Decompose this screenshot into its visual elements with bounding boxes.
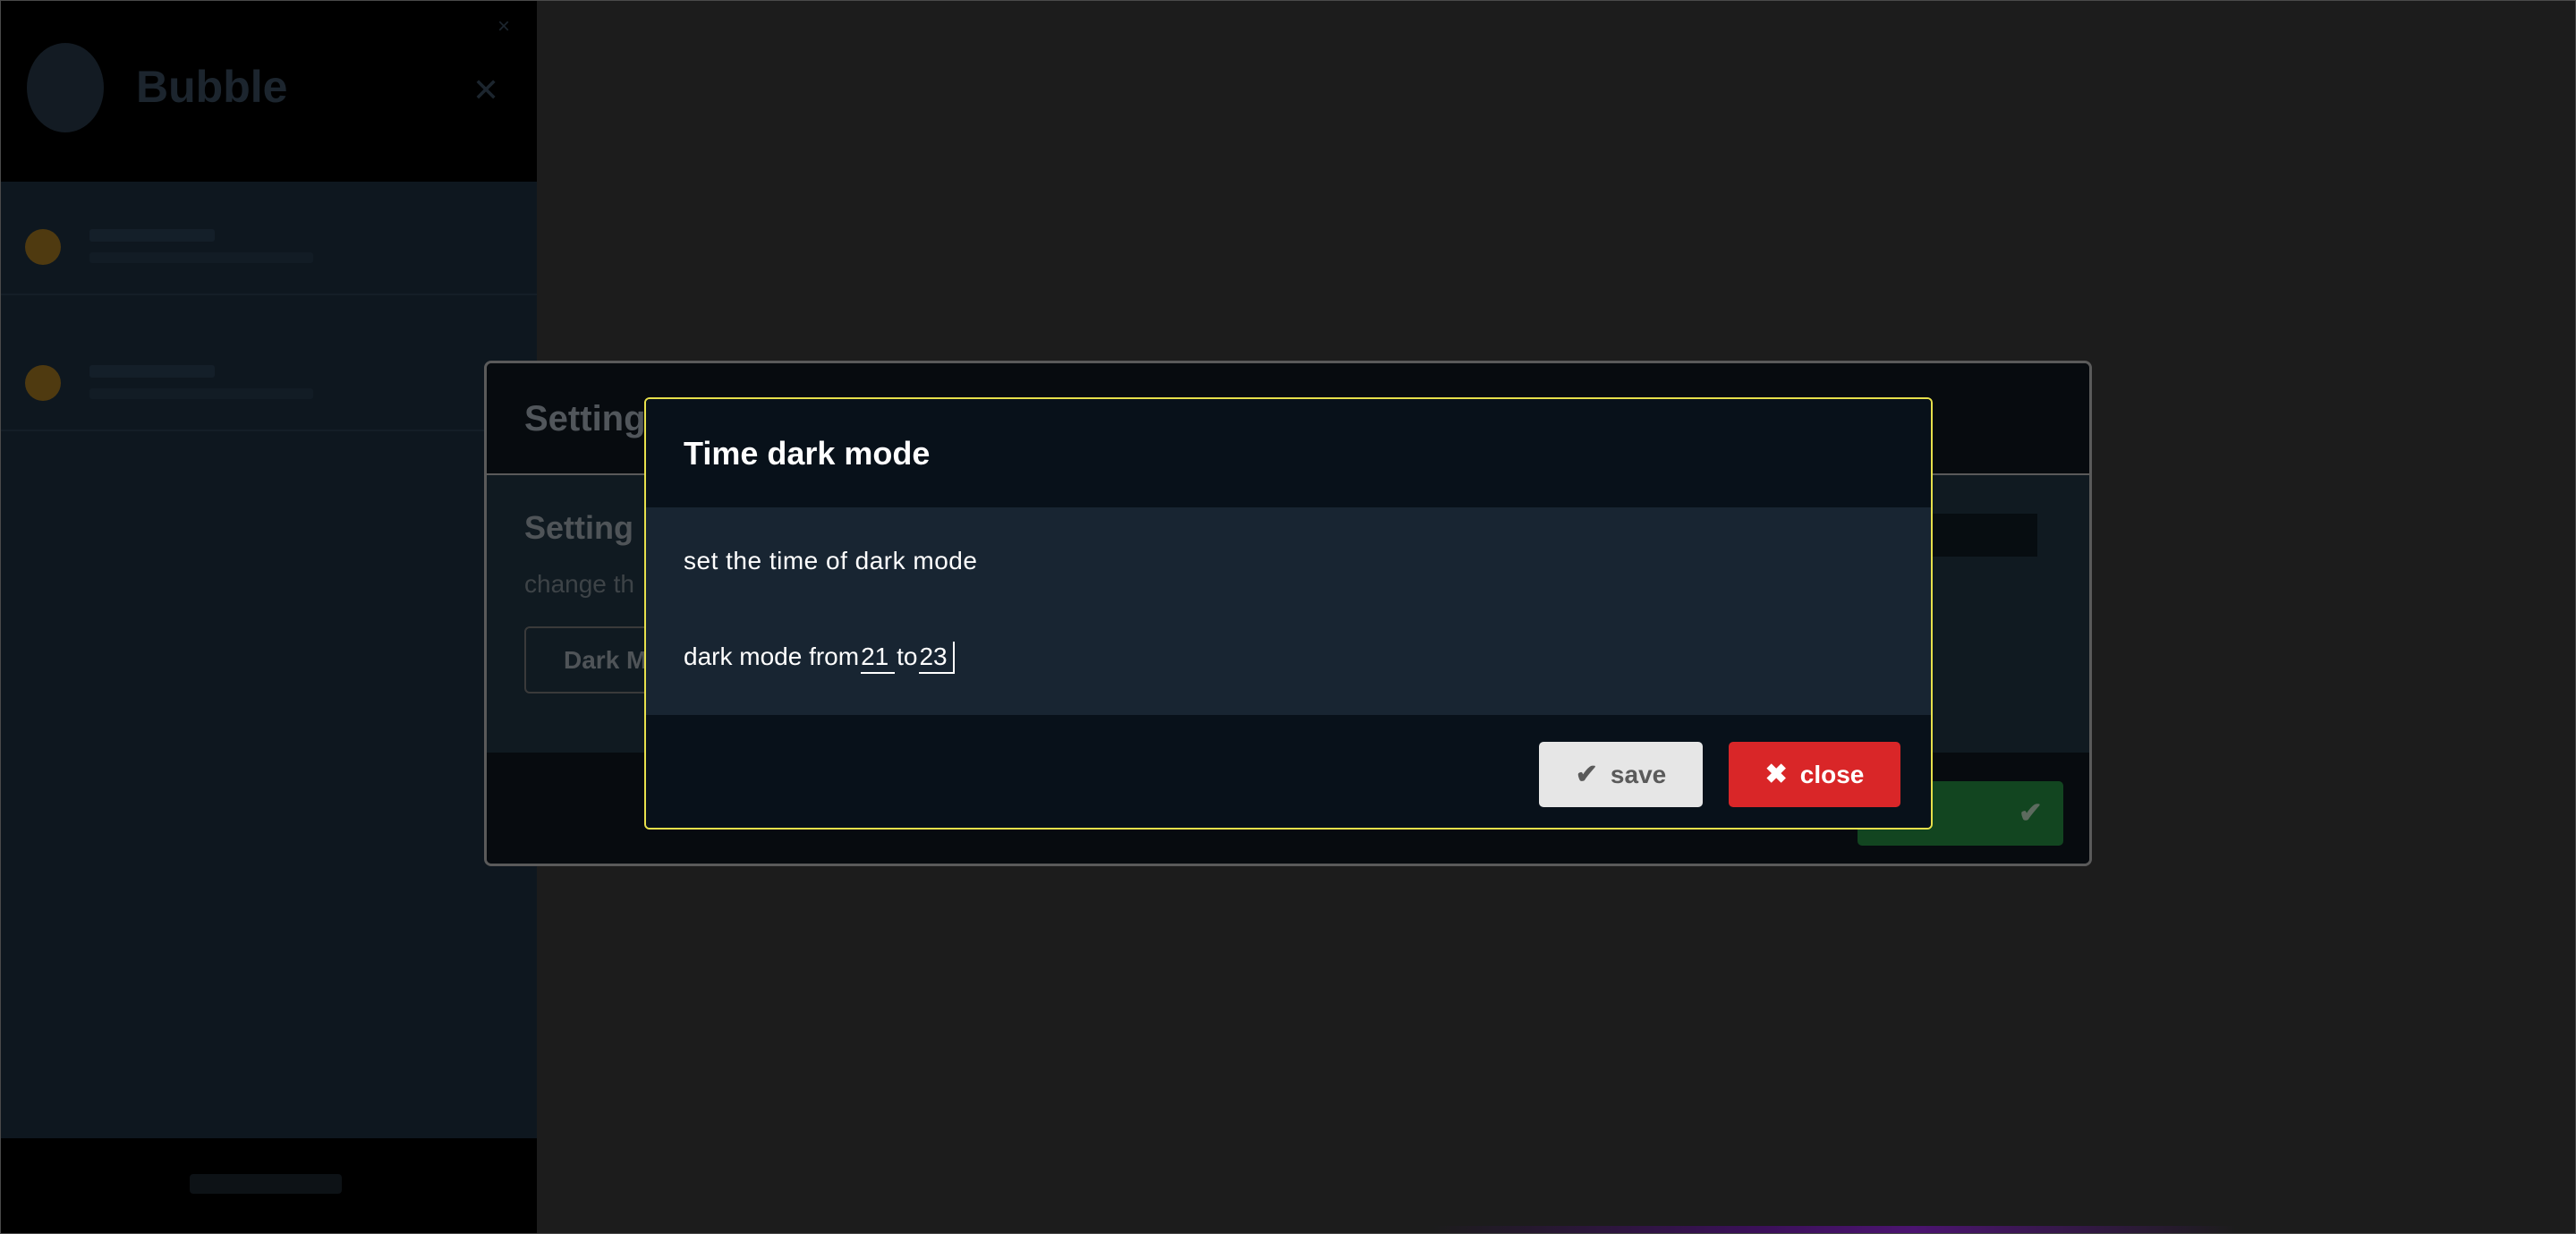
save-button-label: save	[1610, 760, 1667, 788]
time-range-prefix: dark mode from	[684, 643, 860, 670]
x-icon: ✖	[1764, 760, 1788, 789]
time-range-separator: to	[897, 643, 918, 670]
modal-footer: ✔ save ✖ close	[646, 715, 1931, 828]
dark-mode-start-hour-input[interactable]	[861, 642, 896, 674]
dark-mode-end-hour-input[interactable]	[919, 642, 956, 674]
modal-body: set the time of dark mode dark mode from…	[646, 507, 1931, 715]
close-button[interactable]: ✖ close	[1729, 742, 1900, 807]
bottom-glow	[1432, 1226, 2237, 1234]
modal-title: Time dark mode	[684, 435, 931, 472]
save-button[interactable]: ✔ save	[1539, 742, 1703, 807]
close-button-label: close	[1799, 760, 1865, 788]
modal-header: Time dark mode	[646, 399, 1931, 507]
time-range-row: dark mode from to	[684, 642, 956, 674]
time-dark-mode-modal: Time dark mode set the time of dark mode…	[644, 397, 1933, 830]
modal-description: set the time of dark mode	[684, 547, 978, 574]
check-icon: ✔	[1575, 760, 1598, 789]
